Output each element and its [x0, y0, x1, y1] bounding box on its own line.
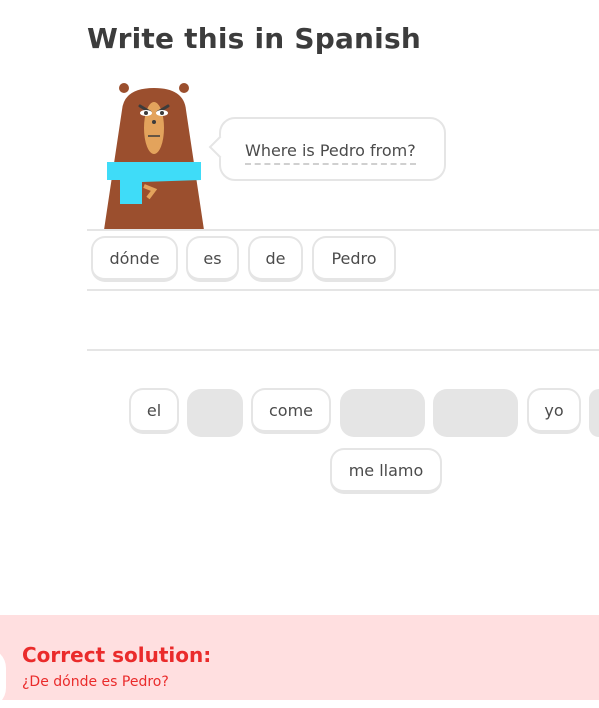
word-bank-empty-slot — [187, 389, 243, 437]
word-bank-tile-el[interactable]: el — [129, 388, 179, 434]
answer-tile-donde[interactable]: dónde — [91, 236, 178, 282]
word-bank-tile-me-llamo[interactable]: me llamo — [330, 448, 442, 494]
bear-character-illustration — [104, 83, 204, 230]
prompt-sentence[interactable]: Where is Pedro from? — [245, 140, 416, 165]
answer-tile-pedro[interactable]: Pedro — [312, 236, 396, 282]
word-bank-tile-yo[interactable]: yo — [527, 388, 581, 434]
page-title: Write this in Spanish — [87, 22, 421, 55]
word-bank-tile-come[interactable]: come — [251, 388, 331, 434]
correct-solution-text: ¿De dónde es Pedro? — [22, 674, 169, 690]
answer-tile-es[interactable]: es — [186, 236, 239, 282]
answer-tile-de[interactable]: de — [248, 236, 303, 282]
word-bank-empty-slot — [433, 389, 518, 437]
word-bank-empty-slot — [340, 389, 425, 437]
answer-line-top — [87, 229, 599, 231]
answer-line-bottom — [87, 349, 599, 351]
answer-line-middle — [87, 289, 599, 291]
word-bank-empty-slot — [589, 389, 599, 437]
feedback-heading: Correct solution: — [22, 643, 212, 667]
